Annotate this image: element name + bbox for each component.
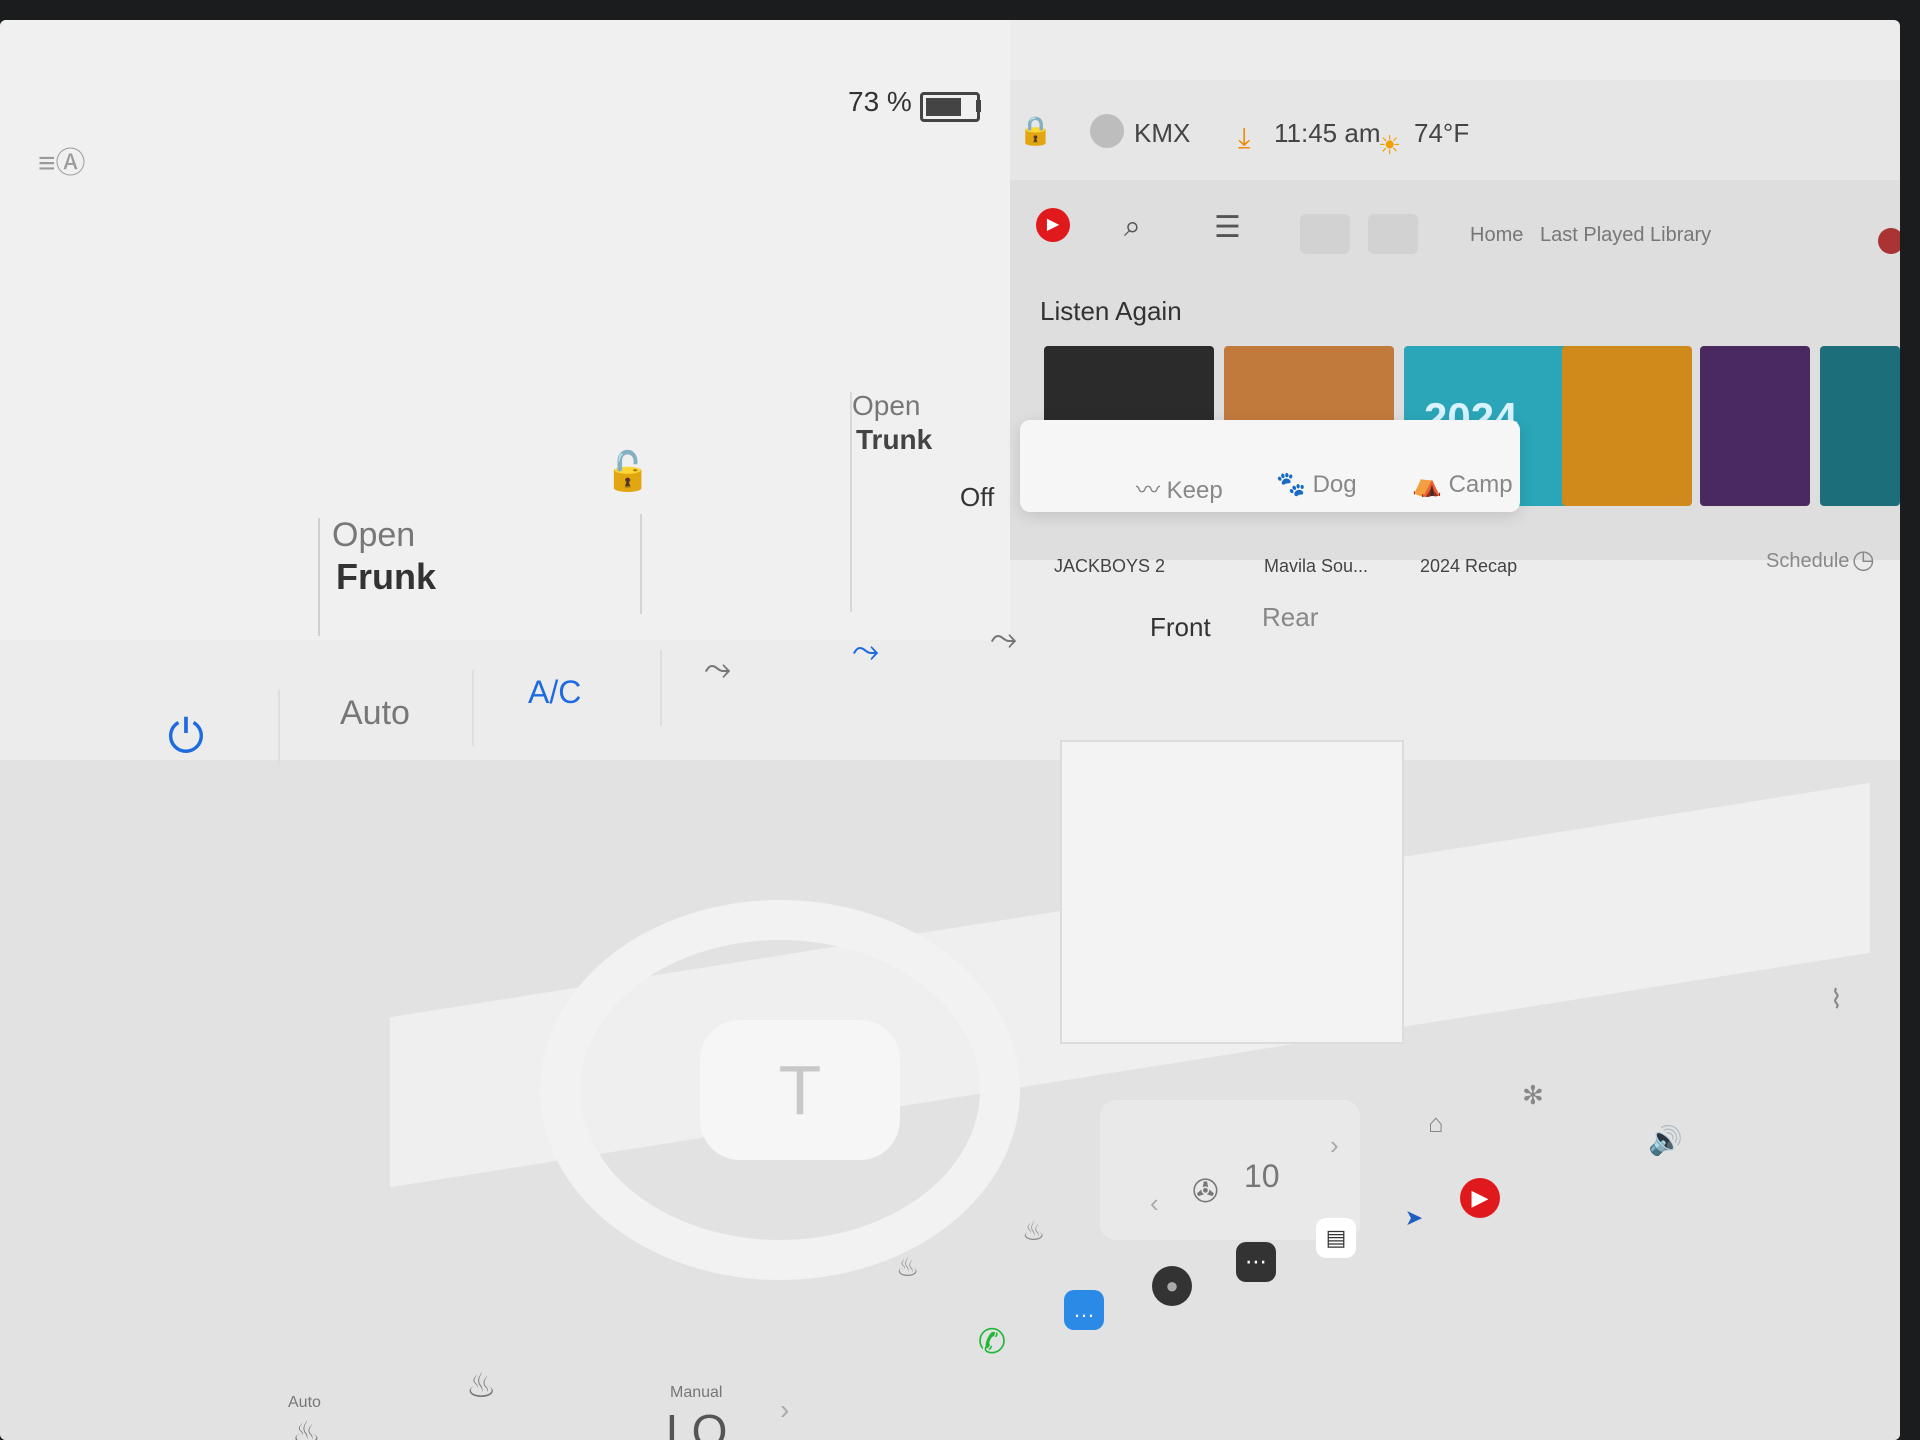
camera-icon[interactable]: ● — [1152, 1266, 1192, 1306]
seat-heater-icon[interactable]: ♨ — [292, 1414, 321, 1440]
trunk-action[interactable]: Trunk — [856, 424, 932, 456]
divider — [660, 650, 662, 726]
download-icon[interactable]: ⤓ — [1238, 122, 1250, 155]
fan-settings-icon[interactable]: ✻ — [1522, 1080, 1544, 1111]
chevron-right-icon[interactable]: › — [780, 1394, 789, 1426]
front-defrost-icon[interactable]: ♨ — [1022, 1216, 1045, 1247]
mode-dog[interactable]: 🐾 Dog — [1276, 470, 1357, 499]
tab-front[interactable]: Front — [1150, 612, 1211, 643]
climate-controls — [0, 620, 1900, 760]
frunk-label: Open — [332, 516, 416, 554]
tab-rear[interactable]: Rear — [1262, 602, 1318, 633]
clock: 11:45 am — [1274, 118, 1381, 148]
volume-icon[interactable]: 🔊 — [1648, 1124, 1683, 1157]
seat-auto-label: Auto — [288, 1394, 321, 1411]
divider — [278, 690, 280, 766]
mode-camp-label: Camp — [1448, 471, 1513, 498]
frunk-divider — [318, 518, 320, 636]
schedule-button[interactable]: Schedule — [1766, 550, 1849, 573]
mode-keep[interactable]: 〰 Keep — [1136, 470, 1223, 505]
trunk-divider — [850, 392, 852, 612]
paw-icon: 🐾 — [1276, 471, 1313, 498]
tesla-logo: T — [700, 1020, 900, 1160]
fan-icon: ✇ — [1192, 1173, 1219, 1209]
temperature-value[interactable]: LO — [666, 1404, 727, 1440]
back-button[interactable] — [1300, 214, 1350, 254]
rear-defrost-icon[interactable]: ♨ — [896, 1252, 919, 1283]
phone-icon[interactable]: ✆ — [972, 1322, 1012, 1362]
steering-heater-icon[interactable]: ♨ — [466, 1366, 496, 1406]
recirculate-icon[interactable]: ⌂ — [1428, 1108, 1444, 1139]
vent-face-icon[interactable]: ⤳ — [704, 650, 731, 689]
mode-off[interactable]: Off — [960, 482, 994, 513]
chevron-right-icon[interactable]: › — [1330, 1130, 1339, 1161]
vent-feet-icon[interactable]: ⤳ — [852, 632, 879, 671]
vent-split-icon[interactable]: ⤳ — [990, 620, 1017, 659]
battery-percent: 73 % — [848, 86, 912, 117]
keep-icon: 〰 — [1136, 477, 1167, 504]
outside-temperature: 74°F — [1414, 118, 1470, 148]
seat-icon[interactable]: ⌇ — [1830, 984, 1843, 1015]
nav-library[interactable]: Library — [1650, 224, 1711, 247]
battery-icon — [920, 92, 980, 122]
clock-icon[interactable]: ◷ — [1852, 544, 1875, 575]
mode-dog-label: Dog — [1312, 471, 1357, 498]
youtube-music-dock-icon[interactable]: ▶ — [1460, 1178, 1500, 1218]
album-title[interactable]: 2024 Recap — [1420, 556, 1517, 577]
chevron-left-icon[interactable]: ‹ — [1150, 1188, 1159, 1219]
album-cover[interactable] — [1562, 346, 1692, 506]
tent-icon: ⛺ — [1412, 471, 1449, 498]
album-cover[interactable] — [1700, 346, 1810, 506]
album-title[interactable]: JACKBOYS 2 — [1054, 556, 1165, 577]
youtube-music-icon[interactable]: ▶ — [1036, 208, 1070, 242]
nav-last-played[interactable]: Last Played — [1540, 224, 1645, 247]
calendar-icon[interactable]: ▤ — [1316, 1218, 1356, 1258]
album-title[interactable]: Mavila Sou... — [1264, 556, 1368, 577]
profile-icon[interactable] — [1090, 114, 1124, 148]
temp-mode: Manual — [670, 1384, 723, 1401]
unlock-icon[interactable]: 🔓 — [604, 450, 651, 494]
sun-icon: ☀ — [1378, 130, 1402, 160]
ac-button[interactable]: A/C — [528, 674, 581, 711]
auto-button[interactable]: Auto — [340, 694, 410, 733]
search-icon[interactable]: ⌕ — [1124, 210, 1141, 244]
forward-button[interactable] — [1368, 214, 1418, 254]
power-icon[interactable]: ⏻ — [160, 710, 212, 762]
battery-tip — [976, 100, 981, 112]
divider — [472, 670, 474, 746]
lock-icon[interactable]: 🔒 — [1018, 114, 1053, 147]
more-apps-icon[interactable]: ⋯ — [1236, 1242, 1276, 1282]
trunk-label[interactable]: Open — [852, 390, 921, 422]
mode-keep-label: Keep — [1166, 477, 1223, 504]
frunk-action: Frunk — [336, 556, 437, 597]
fan-speed: 10 — [1244, 1158, 1280, 1194]
section-title: Listen Again — [1040, 296, 1182, 326]
center-display — [1060, 740, 1404, 1044]
nav-home[interactable]: Home — [1470, 224, 1523, 247]
tesla-screen: ≡Ⓐ 73 % Open Frunk 🔓 Open Trunk 🔒 KMX ⤓ … — [0, 20, 1900, 1440]
battery-fill — [926, 98, 961, 116]
auto-headlight-icon[interactable]: ≡Ⓐ — [38, 138, 86, 182]
album-cover[interactable] — [1820, 346, 1900, 506]
user-name[interactable]: KMX — [1134, 118, 1190, 149]
messages-icon[interactable]: … — [1064, 1290, 1104, 1330]
account-avatar[interactable] — [1878, 228, 1900, 254]
navigation-icon[interactable]: ➤ — [1394, 1198, 1434, 1238]
mode-camp[interactable]: ⛺ Camp — [1412, 470, 1513, 499]
queue-icon[interactable]: ☰ — [1214, 210, 1241, 245]
frunk-divider-right — [640, 514, 642, 614]
